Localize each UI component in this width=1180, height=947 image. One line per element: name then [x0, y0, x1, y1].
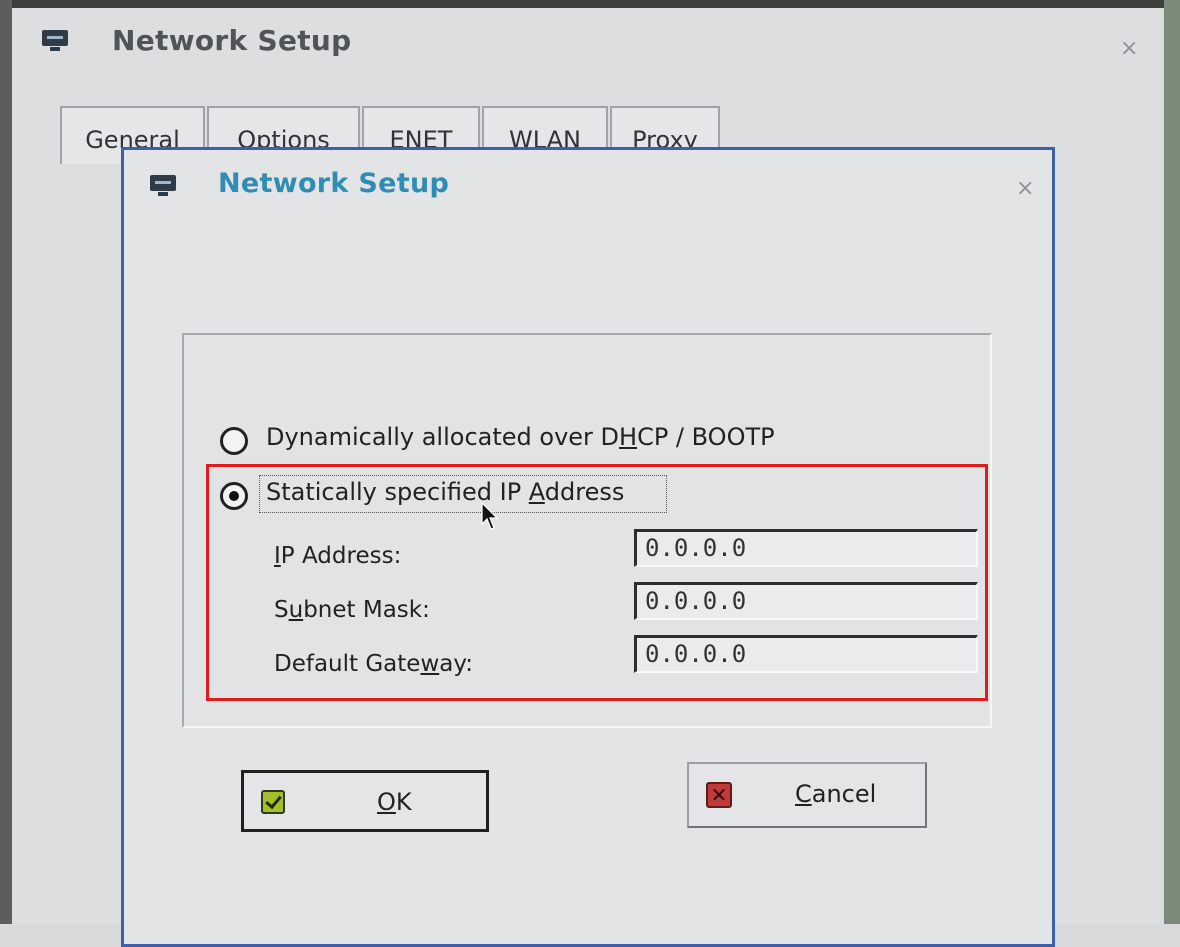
dhcp-radio[interactable] — [220, 427, 248, 455]
background-window-title: Network Setup — [112, 24, 352, 57]
cancel-x-icon: ✕ — [706, 782, 732, 808]
close-icon[interactable]: × — [1016, 176, 1034, 201]
network-icon — [42, 30, 68, 52]
ok-button[interactable]: OK — [241, 770, 489, 832]
network-icon — [150, 175, 176, 197]
network-setup-dialog: Network Setup × Dynamically allocated ov… — [121, 147, 1055, 947]
dialog-title: Network Setup — [218, 168, 450, 199]
screen-right-edge — [1164, 0, 1180, 924]
red-highlight-box — [206, 464, 988, 701]
close-icon[interactable]: × — [1120, 36, 1138, 61]
screen-top-edge — [0, 0, 1180, 8]
ok-button-label: OK — [377, 788, 412, 816]
cancel-button-label: Cancel — [795, 780, 877, 808]
screen-left-edge — [0, 0, 12, 924]
dhcp-option-label[interactable]: Dynamically allocated over DHCP / BOOTP — [266, 423, 775, 451]
checkmark-icon — [261, 790, 285, 814]
cancel-button[interactable]: ✕ Cancel — [687, 762, 927, 828]
